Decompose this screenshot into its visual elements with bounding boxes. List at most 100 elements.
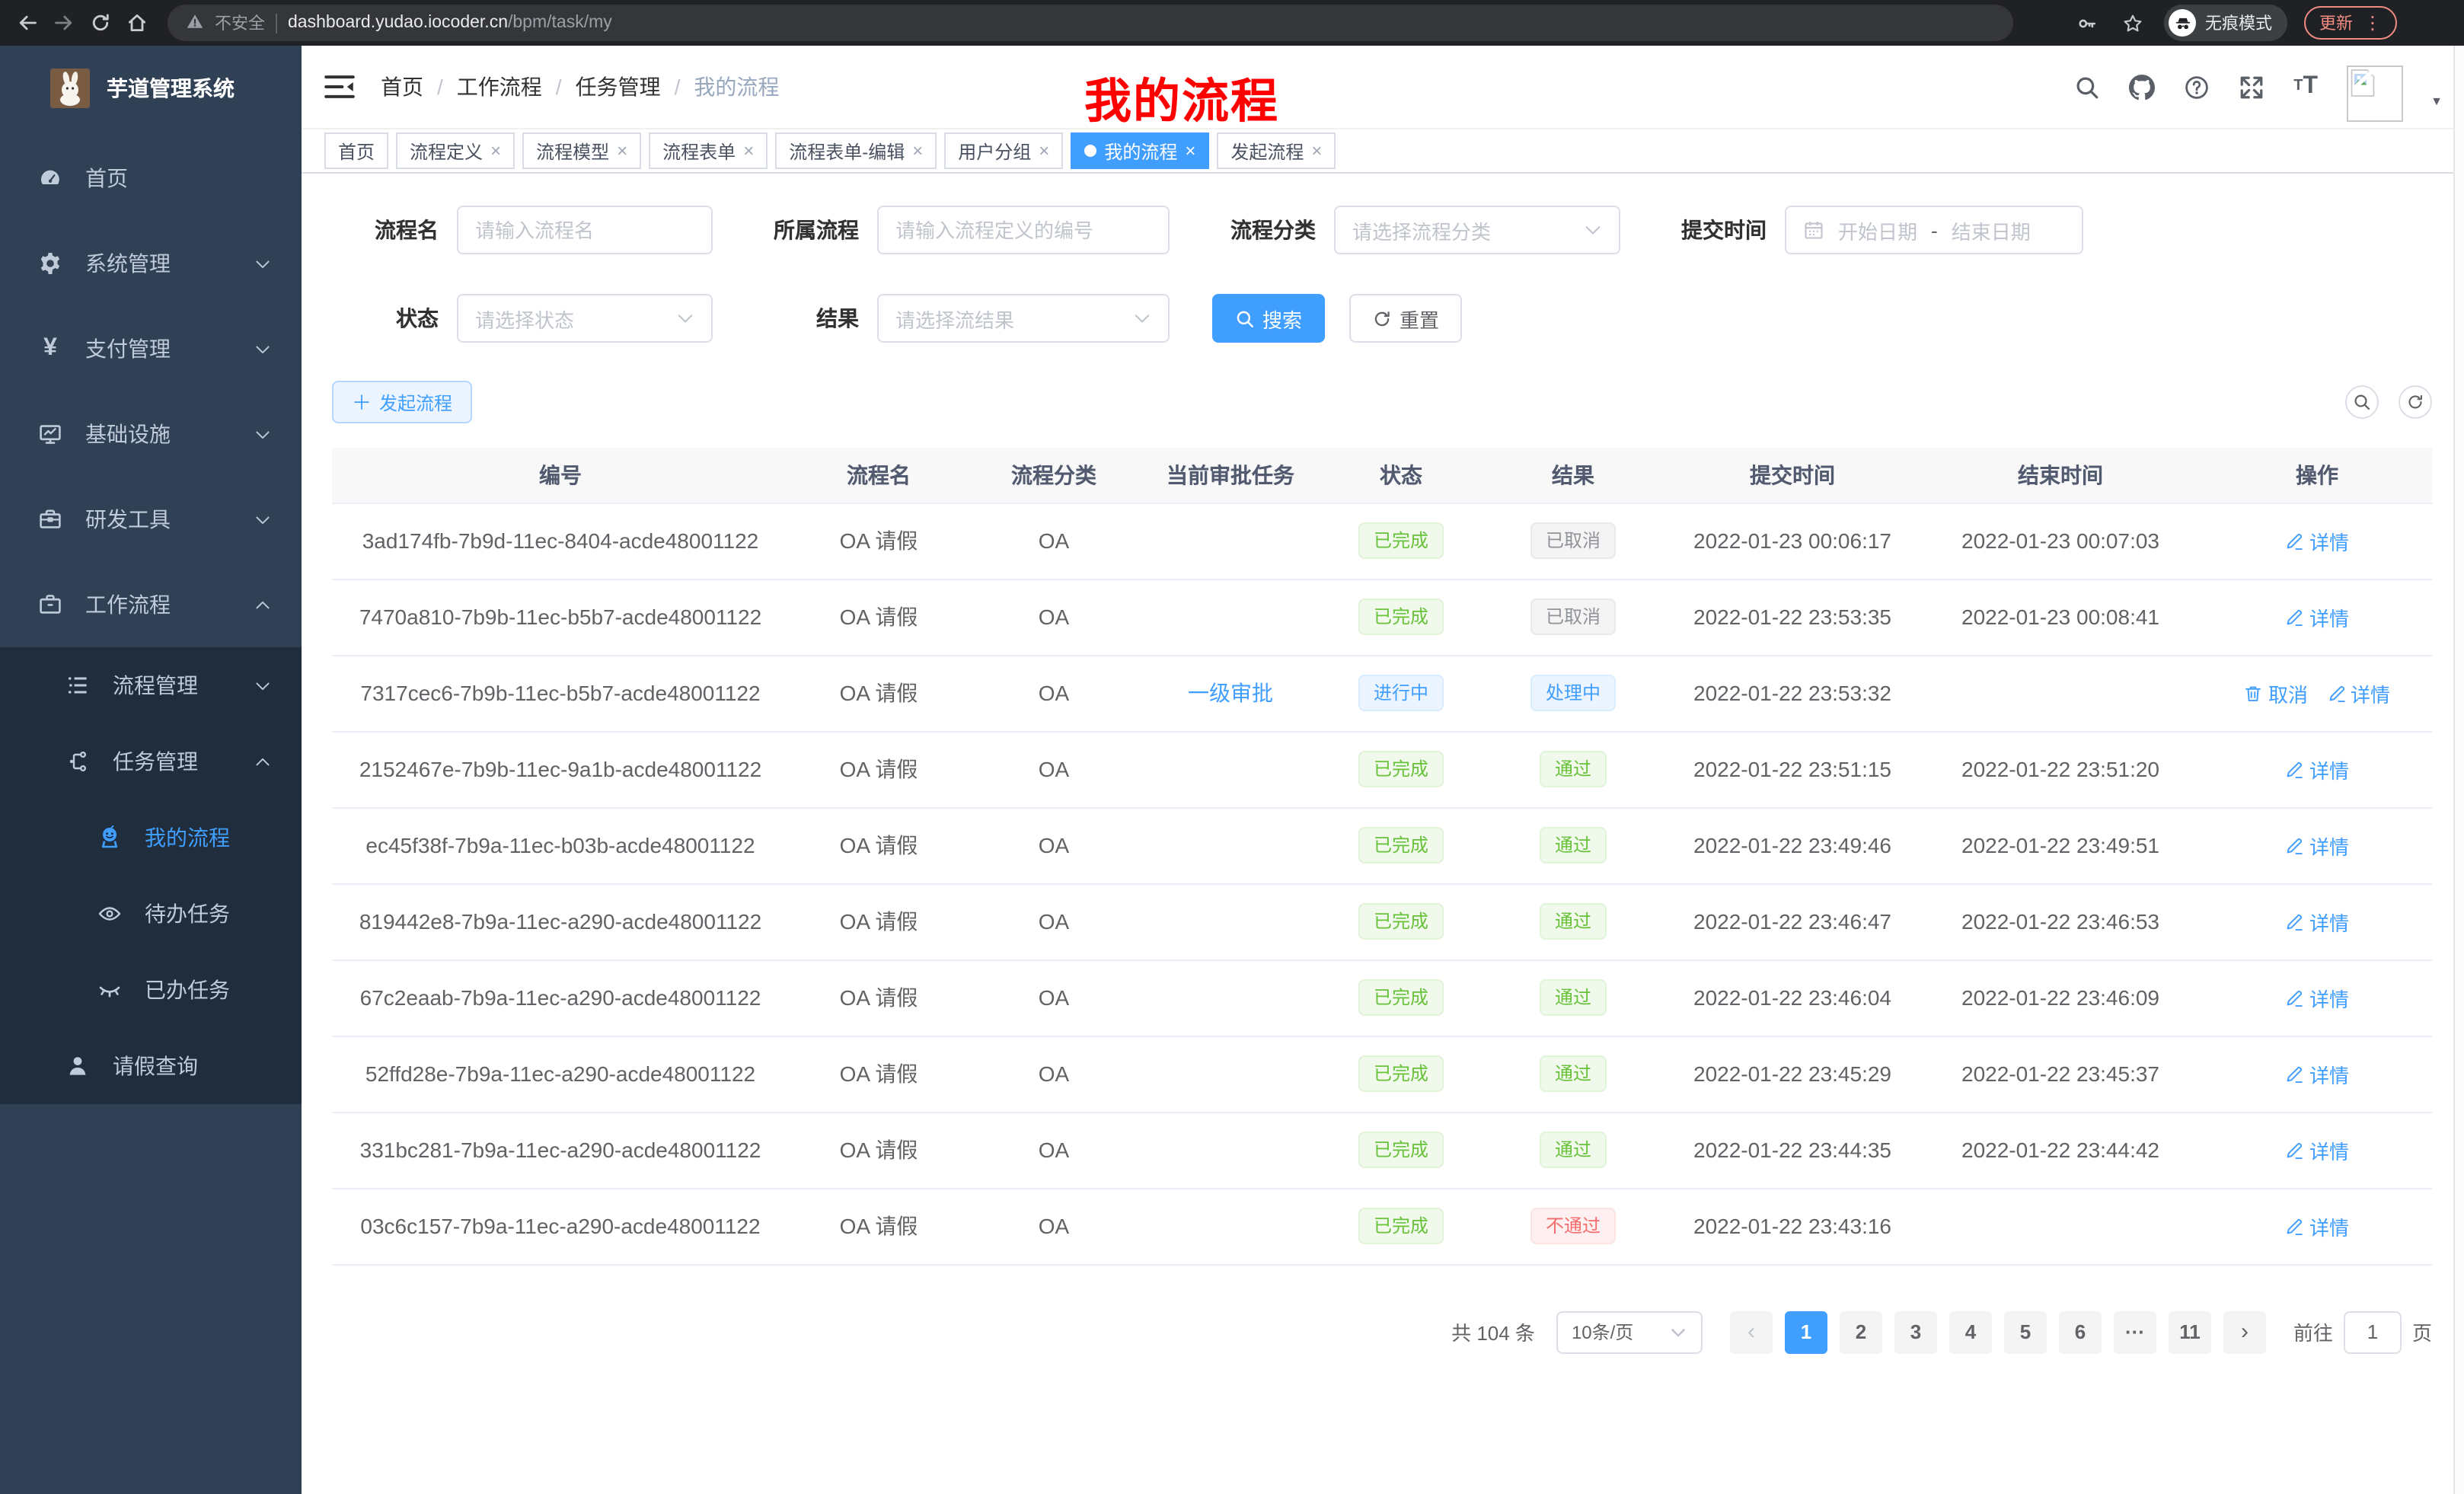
sidebar-item-home[interactable]: 首页 <box>0 136 302 221</box>
prev-page-button[interactable]: ‹ <box>1730 1310 1773 1353</box>
caret-down-icon[interactable]: ▼ <box>2430 94 2443 107</box>
key-icon[interactable] <box>2073 8 2102 37</box>
reset-button[interactable]: 重置 <box>1349 294 1462 343</box>
process-definition-input[interactable] <box>877 206 1170 254</box>
create-process-button[interactable]: ＋ 发起流程 <box>332 381 472 423</box>
detail-link[interactable]: 详情 <box>2285 1135 2349 1164</box>
close-icon[interactable]: × <box>912 142 923 160</box>
url-text[interactable]: dashboard.yudao.iocoder.cn/bpm/task/my <box>288 14 612 32</box>
app-logo[interactable]: 芋道管理系统 <box>0 46 302 129</box>
update-label[interactable]: 更新 <box>2319 11 2353 35</box>
address-bar[interactable]: 不安全 dashboard.yudao.iocoder.cn/bpm/task/… <box>168 5 2013 41</box>
cell-result: 通过 <box>1480 1036 1666 1112</box>
sidebar-item-payment[interactable]: ¥支付管理 <box>0 306 302 391</box>
detail-link[interactable]: 详情 <box>2285 755 2349 784</box>
detail-link[interactable]: 详情 <box>2285 602 2349 631</box>
cell-category: OA <box>969 807 1139 883</box>
sidebar-item-system[interactable]: 系统管理 <box>0 221 302 306</box>
sidebar-item-label: 首页 <box>85 163 128 193</box>
home-icon[interactable] <box>122 8 151 37</box>
browser-update-button[interactable]: 更新 ⋮ <box>2304 6 2397 40</box>
incognito-icon <box>2169 9 2196 37</box>
cell-process-name: OA 请假 <box>789 959 969 1036</box>
search-icon[interactable] <box>2073 73 2100 101</box>
toggle-search-button[interactable] <box>2345 385 2379 419</box>
result-select[interactable]: 请选择流结果 <box>877 294 1170 343</box>
sidebar-item-dev-tools[interactable]: 研发工具 <box>0 477 302 562</box>
yen-icon: ¥ <box>38 337 62 361</box>
search-button[interactable]: 搜索 <box>1212 294 1325 343</box>
breadcrumb-item[interactable]: 首页 <box>381 72 423 102</box>
page-button-4[interactable]: 4 <box>1949 1310 1992 1353</box>
close-icon[interactable]: × <box>490 142 501 160</box>
detail-link[interactable]: 详情 <box>2285 1211 2349 1240</box>
font-size-icon[interactable]: TT <box>2292 73 2319 101</box>
process-name-input[interactable] <box>457 206 713 254</box>
hamburger-icon[interactable] <box>324 73 355 101</box>
page-button-3[interactable]: 3 <box>1894 1310 1937 1353</box>
next-page-button[interactable]: › <box>2223 1310 2266 1353</box>
star-icon[interactable] <box>2118 8 2147 37</box>
current-task-link[interactable]: 一级审批 <box>1188 678 1273 708</box>
sidebar-item-done-tasks[interactable]: 已办任务 <box>0 952 302 1028</box>
status-select[interactable]: 请选择状态 <box>457 294 713 343</box>
scrollbar[interactable] <box>2453 46 2464 1494</box>
goto-page-input[interactable] <box>2344 1310 2402 1353</box>
detail-link[interactable]: 详情 <box>2285 907 2349 936</box>
page-button-6[interactable]: 6 <box>2059 1310 2102 1353</box>
cell-submit-time: 2022-01-22 23:53:32 <box>1666 655 1919 731</box>
status-badge: 通过 <box>1540 827 1607 864</box>
page-button-1[interactable]: 1 <box>1785 1310 1827 1353</box>
tab-流程表单[interactable]: 流程表单× <box>649 132 768 169</box>
tab-流程定义[interactable]: 流程定义× <box>396 132 515 169</box>
github-icon[interactable] <box>2127 73 2155 101</box>
tab-流程表单-编辑[interactable]: 流程表单-编辑× <box>775 132 937 169</box>
back-icon[interactable] <box>12 8 41 37</box>
tab-我的流程[interactable]: 我的流程× <box>1071 132 1209 169</box>
sidebar-item-process-mgmt[interactable]: 流程管理 <box>0 647 302 723</box>
page-size-select[interactable]: 10条/页 <box>1556 1310 1703 1353</box>
avatar[interactable] <box>2347 65 2403 121</box>
close-icon[interactable]: × <box>743 142 754 160</box>
menu-dots-icon[interactable]: ⋮ <box>2363 14 2382 32</box>
sidebar-item-todo-tasks[interactable]: 待办任务 <box>0 876 302 952</box>
submit-time-daterange[interactable]: 开始日期-结束日期 <box>1785 206 2083 254</box>
tab-发起流程[interactable]: 发起流程× <box>1217 132 1336 169</box>
close-icon[interactable]: × <box>617 142 627 160</box>
help-icon[interactable] <box>2182 73 2210 101</box>
breadcrumb-item[interactable]: 任务管理 <box>576 72 661 102</box>
security-label[interactable]: 不安全 <box>215 11 265 35</box>
refresh-button[interactable] <box>2399 385 2432 419</box>
detail-link[interactable]: 详情 <box>2285 526 2349 555</box>
sidebar-item-my-process[interactable]: 我的流程 <box>0 800 302 876</box>
tab-首页[interactable]: 首页 <box>324 132 388 169</box>
more-pages-button[interactable]: ··· <box>2114 1310 2156 1353</box>
forward-icon[interactable] <box>49 8 78 37</box>
reload-icon[interactable] <box>85 8 114 37</box>
page-button-11[interactable]: 11 <box>2169 1310 2211 1353</box>
sidebar-item-infrastructure[interactable]: 基础设施 <box>0 391 302 477</box>
chevron-down-icon <box>254 677 271 694</box>
tab-流程模型[interactable]: 流程模型× <box>522 132 641 169</box>
detail-link[interactable]: 详情 <box>2285 831 2349 860</box>
close-icon[interactable]: × <box>1185 142 1195 160</box>
sidebar-item-task-mgmt[interactable]: 任务管理 <box>0 723 302 800</box>
sidebar-item-workflow[interactable]: 工作流程 <box>0 562 302 647</box>
close-icon[interactable]: × <box>1039 142 1049 160</box>
fullscreen-icon[interactable] <box>2237 73 2265 101</box>
page-button-5[interactable]: 5 <box>2004 1310 2047 1353</box>
sidebar-item-leave-query[interactable]: 请假查询 <box>0 1028 302 1104</box>
detail-link[interactable]: 详情 <box>2285 983 2349 1012</box>
breadcrumb-item[interactable]: 工作流程 <box>457 72 542 102</box>
cell-current-task <box>1139 503 1322 579</box>
process-category-select[interactable]: 请选择流程分类 <box>1334 206 1620 254</box>
close-icon[interactable]: × <box>1311 142 1322 160</box>
detail-link[interactable]: 详情 <box>2326 678 2390 707</box>
cell-actions: 详情 <box>2202 579 2432 655</box>
page-button-2[interactable]: 2 <box>1840 1310 1882 1353</box>
status-badge: 通过 <box>1540 1132 1607 1168</box>
cell-end-time: 2022-01-22 23:49:51 <box>1919 807 2202 883</box>
tab-用户分组[interactable]: 用户分组× <box>944 132 1063 169</box>
detail-link[interactable]: 详情 <box>2285 1059 2349 1088</box>
cancel-link[interactable]: 取消 <box>2244 678 2308 707</box>
